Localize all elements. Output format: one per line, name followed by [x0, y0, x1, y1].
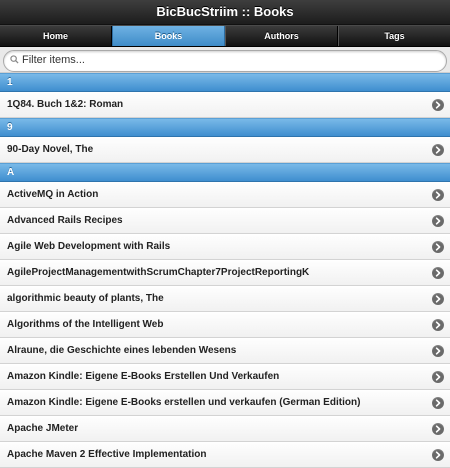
book-title: Apache Maven 2 Effective Implementation	[7, 449, 207, 460]
list-item[interactable]: Apache JMeter	[0, 416, 450, 442]
chevron-right-icon	[432, 267, 444, 279]
chevron-right-icon	[432, 293, 444, 305]
book-list: 1 1Q84. Buch 1&2: Roman 9 90-Day Novel, The…	[0, 73, 450, 468]
book-title: AgileProjectManagementwithScrumChapter7P…	[7, 267, 310, 278]
book-title: Amazon Kindle: Eigene E-Books erstellen …	[7, 397, 361, 408]
tab-home[interactable]: Home	[0, 26, 112, 46]
app-header: BicBucStriim :: Books	[0, 0, 450, 25]
book-title: 90-Day Novel, The	[7, 144, 94, 155]
list-item[interactable]: Amazon Kindle: Eigene E-Books Erstellen …	[0, 364, 450, 390]
chevron-right-icon	[432, 189, 444, 201]
list-item[interactable]: Alraune, die Geschichte eines lebenden W…	[0, 338, 450, 364]
chevron-right-icon	[432, 319, 444, 331]
book-title: Apache JMeter	[7, 423, 79, 434]
book-title: Alraune, die Geschichte eines lebenden W…	[7, 345, 237, 356]
chevron-right-icon	[432, 215, 444, 227]
list-divider: 9	[0, 118, 450, 137]
list-item[interactable]: AgileProjectManagementwithScrumChapter7P…	[0, 260, 450, 286]
book-title: algorithmic beauty of plants, The	[7, 293, 164, 304]
search-icon	[10, 55, 19, 64]
list-item[interactable]: Amazon Kindle: Eigene E-Books erstellen …	[0, 390, 450, 416]
book-title: 1Q84. Buch 1&2: Roman	[7, 99, 124, 110]
book-title: ActiveMQ in Action	[7, 189, 99, 200]
list-item[interactable]: Algorithms of the Intelligent Web	[0, 312, 450, 338]
book-title: Algorithms of the Intelligent Web	[7, 319, 164, 330]
tab-tags[interactable]: Tags	[338, 26, 450, 46]
chevron-right-icon	[432, 99, 444, 111]
tab-books[interactable]: Books	[112, 26, 225, 46]
list-item[interactable]: Advanced Rails Recipes	[0, 208, 450, 234]
book-title: Advanced Rails Recipes	[7, 215, 123, 226]
list-item[interactable]: Agile Web Development with Rails	[0, 234, 450, 260]
list-item[interactable]: algorithmic beauty of plants, The	[0, 286, 450, 312]
list-divider: A	[0, 163, 450, 182]
chevron-right-icon	[432, 144, 444, 156]
filter-field[interactable]	[3, 50, 447, 72]
list-item[interactable]: 90-Day Novel, The	[0, 137, 450, 163]
tab-authors[interactable]: Authors	[225, 26, 338, 46]
filter-input[interactable]	[22, 52, 440, 68]
navbar: Home Books Authors Tags	[0, 25, 450, 47]
book-title: Amazon Kindle: Eigene E-Books Erstellen …	[7, 371, 280, 382]
list-item[interactable]: Apache Maven 2 Effective Implementation	[0, 442, 450, 468]
chevron-right-icon	[432, 423, 444, 435]
chevron-right-icon	[432, 449, 444, 461]
chevron-right-icon	[432, 241, 444, 253]
book-title: Agile Web Development with Rails	[7, 241, 171, 252]
chevron-right-icon	[432, 397, 444, 409]
list-item[interactable]: ActiveMQ in Action	[0, 182, 450, 208]
page-title: BicBucStriim :: Books	[156, 4, 294, 19]
chevron-right-icon	[432, 371, 444, 383]
list-divider: 1	[0, 73, 450, 92]
chevron-right-icon	[432, 345, 444, 357]
filter-bar	[0, 47, 450, 73]
list-item[interactable]: 1Q84. Buch 1&2: Roman	[0, 92, 450, 118]
